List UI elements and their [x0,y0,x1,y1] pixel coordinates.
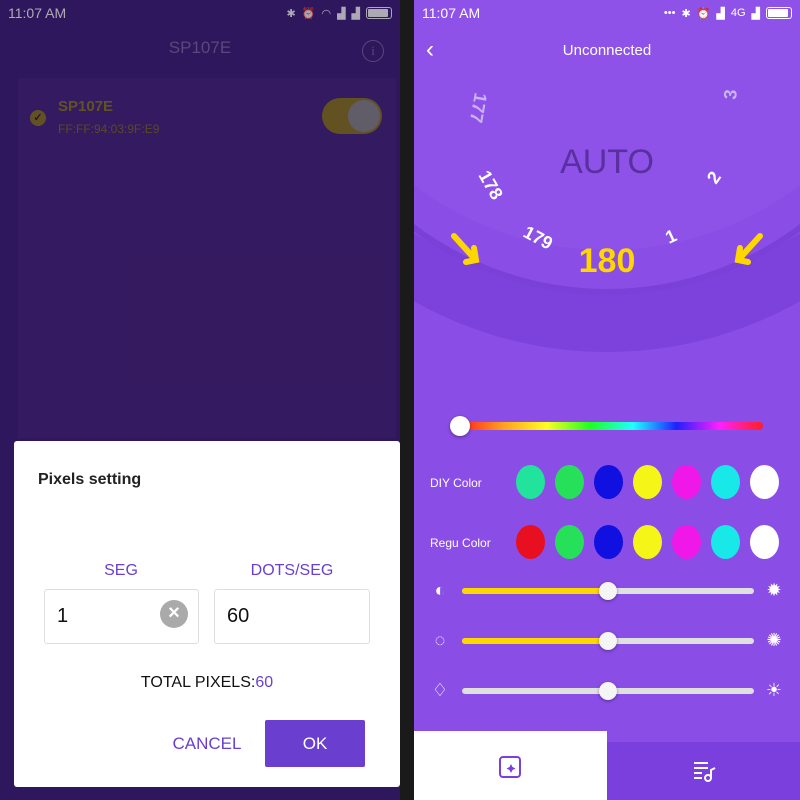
diy-color-swatch[interactable] [633,465,662,499]
status-icons: ••• ✱ ⏰ ▟ 4G ▟ [664,7,792,20]
left-screen: 11:07 AM ✱ ⏰ ◠ ▟ ▟ SP107E i ✓ SP107E FF:… [0,0,400,800]
speed-slider[interactable] [462,632,754,650]
dial-number: 3 [720,89,741,101]
ok-button[interactable]: OK [265,720,365,767]
speed-low-icon: ◌ [434,630,446,650]
page-title: Unconnected [562,42,652,59]
hue-slider[interactable] [460,422,763,430]
slider-knob[interactable] [599,582,617,600]
regu-color-swatch[interactable] [555,525,584,559]
speed-high-icon: ✺ [766,630,782,650]
signal-icon-2: ▟ [751,7,760,20]
regu-color-swatch[interactable] [711,525,740,559]
hue-slider-knob[interactable] [450,416,470,436]
clear-icon[interactable]: × [160,600,188,628]
tab-music[interactable] [607,742,800,800]
screen-divider [400,0,414,800]
diy-color-swatch[interactable] [750,465,779,499]
slider-fill [462,588,608,594]
bulb-high-icon: ☀ [765,680,783,700]
bluetooth-icon: ✱ [681,7,691,20]
status-bar: 11:07 AM ••• ✱ ⏰ ▟ 4G ▟ [414,0,800,26]
white-slider[interactable] [462,682,754,700]
dial-selected-value: 180 [579,242,636,280]
status-time: 11:07 AM [422,5,481,21]
regu-color-swatch[interactable] [672,525,701,559]
regu-color-swatch[interactable] [750,525,779,559]
dots-label: DOTS/SEG [250,562,334,579]
diy-color-label: DIY Color [430,476,482,490]
effects-icon [499,756,521,778]
regu-color-swatch[interactable] [594,525,623,559]
music-list-icon [694,762,716,782]
right-screen: AUTO 180 177 178 179 1 2 3 11:07 AM ••• … [414,0,800,800]
dialog-title: Pixels setting [38,471,142,488]
regu-color-swatch[interactable] [633,525,662,559]
signal-icon: ▟ [716,7,725,20]
seg-label: SEG [104,562,138,579]
top-bar: ‹ Unconnected [414,26,800,76]
brightness-slider[interactable] [462,582,754,600]
slider-fill [462,638,608,644]
regu-color-swatch[interactable] [516,525,545,559]
diy-color-swatch[interactable] [555,465,584,499]
diy-color-swatch[interactable] [711,465,740,499]
regu-color-label: Regu Color [430,536,491,550]
dots-icon: ••• [663,7,676,19]
tab-effects[interactable] [414,731,607,800]
diy-color-swatch[interactable] [516,465,545,499]
total-value: 60 [255,674,274,691]
cancel-button[interactable]: CANCEL [170,729,244,759]
pixels-dialog: Pixels setting SEG DOTS/SEG 1 × 60 TOTAL… [14,441,400,787]
dial-mode-label: AUTO [560,143,654,181]
bulb-low-icon: ♢ [431,680,449,700]
brightness-high-icon: ✹ [766,580,782,600]
slider-knob[interactable] [599,682,617,700]
network-label: 4G [730,7,746,19]
dots-input[interactable]: 60 [214,589,370,644]
battery-icon [766,7,792,19]
brightness-low-icon: ◐ [434,580,446,600]
slider-knob[interactable] [599,632,617,650]
alarm-icon: ⏰ [696,7,711,20]
total-pixels: TOTAL PIXELS:60 [14,674,400,692]
diy-color-swatch[interactable] [594,465,623,499]
total-label: TOTAL PIXELS: [140,674,256,691]
diy-color-swatch[interactable] [672,465,701,499]
